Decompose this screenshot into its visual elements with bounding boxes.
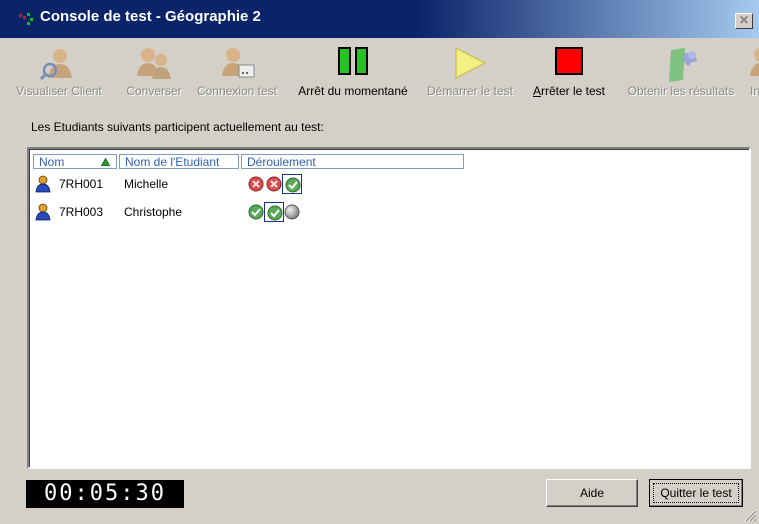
student-id: 7RH001 [59, 177, 104, 191]
close-button[interactable]: ✕ [735, 13, 753, 29]
participants-prompt: Les Etudiants suivants participent actue… [31, 120, 324, 134]
pause-button[interactable]: Arrêt du momentané [288, 40, 418, 103]
column-header-label: Nom de l'Etudiant [125, 155, 220, 169]
pending-icon [284, 204, 300, 220]
column-header-id[interactable]: Nom [33, 154, 117, 169]
status-pass [246, 202, 266, 222]
column-header-label: Déroulement [247, 155, 316, 169]
sort-ascending-icon [101, 158, 110, 166]
test-console-window: Console de test - Géographie 2 ✕ Visuali… [0, 0, 759, 524]
window-title: Console de test - Géographie 2 [40, 8, 261, 25]
chat-icon [137, 48, 171, 79]
view-client-icon [40, 49, 72, 80]
status-fail [246, 174, 266, 194]
toolbar-label: Connexion test [196, 84, 278, 98]
status-pass [282, 174, 302, 194]
toolbar-label: Démarrer le test [426, 84, 514, 98]
student-row[interactable]: 7RH001 Michelle [33, 173, 533, 195]
status-pending [282, 202, 302, 222]
students-list[interactable]: Nom Nom de l'Etudiant Déroulement 7RH001… [27, 147, 751, 469]
pass-icon [267, 205, 283, 221]
chat-button[interactable]: Converser [118, 40, 190, 103]
quit-test-button-label: Quitter le test [653, 483, 739, 503]
column-header-progress[interactable]: Déroulement [241, 154, 464, 169]
toolbar-label: Converser [126, 84, 182, 98]
help-button[interactable]: Aide [546, 479, 638, 507]
app-icon [19, 13, 33, 25]
toolbar-label: Arrêt du momentané [298, 84, 408, 98]
close-icon: ✕ [738, 13, 750, 27]
fail-icon [248, 176, 264, 192]
quit-test-button[interactable]: Quitter le test [649, 479, 743, 507]
pass-icon [248, 204, 264, 220]
column-header-label: Nom [39, 155, 65, 169]
start-test-button[interactable]: Démarrer le test [420, 40, 520, 103]
toolbar-label: Obtenir les résultats [627, 84, 735, 98]
elapsed-timer: 00:05:30 [26, 480, 184, 508]
toolbar-label: In [750, 84, 759, 98]
pause-icon [338, 47, 368, 75]
title-bar[interactable]: Console de test - Géographie 2 ✕ [0, 0, 759, 38]
stop-icon [555, 47, 583, 75]
student-id: 7RH003 [59, 205, 104, 219]
status-pass [264, 202, 284, 222]
toolbar-label: Arrêter le test [532, 84, 606, 98]
info-button[interactable]: In [744, 40, 759, 103]
fail-icon [266, 176, 282, 192]
connection-icon [222, 48, 255, 78]
status-fail [264, 174, 284, 194]
view-client-button[interactable]: Visualiser Client [0, 40, 118, 103]
toolbar-label: Visualiser Client [16, 84, 102, 98]
stop-test-button[interactable]: Arrêter le test [522, 40, 616, 103]
student-name: Michelle [124, 177, 169, 191]
pass-icon [285, 177, 301, 193]
student-row[interactable]: 7RH003 Christophe [33, 201, 533, 223]
student-icon [35, 203, 51, 221]
play-icon [455, 46, 487, 80]
get-results-button[interactable]: Obtenir les résultats [618, 40, 744, 103]
results-icon [669, 48, 697, 82]
connection-test-button[interactable]: Connexion test [190, 40, 284, 103]
student-icon [35, 175, 51, 193]
toolbar: Visualiser Client Converser Connexion te… [0, 40, 759, 103]
column-header-student-name[interactable]: Nom de l'Etudiant [119, 154, 239, 169]
student-name: Christophe [124, 205, 183, 219]
info-icon [750, 48, 759, 76]
resize-grip-icon[interactable] [743, 508, 757, 522]
help-button-label: Aide [579, 486, 605, 500]
